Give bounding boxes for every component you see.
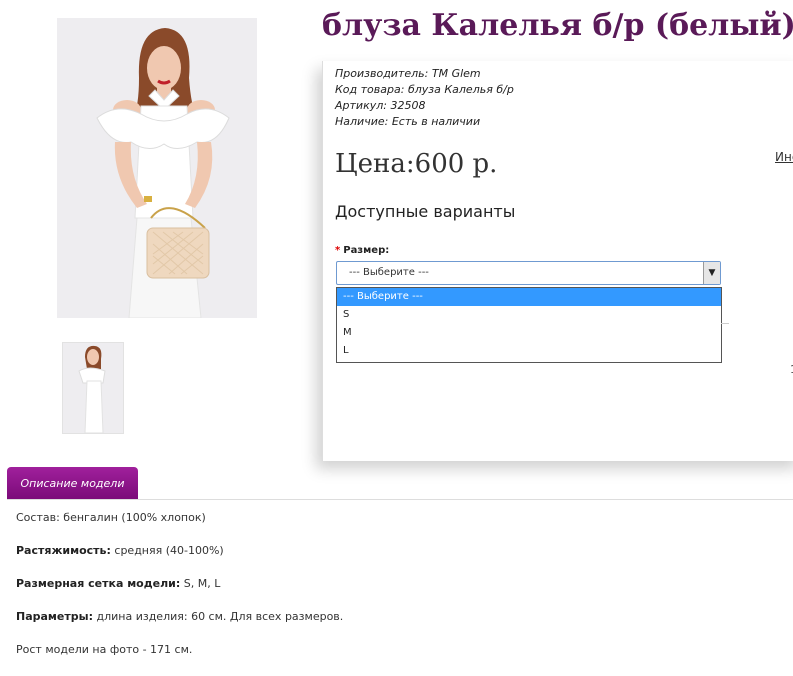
variants-heading: Доступные варианты	[335, 202, 516, 221]
product-info-panel: Производитель: TM Glem Код товара: блуза…	[322, 61, 793, 461]
desc-model-height: Рост модели на фото - 171 см.	[16, 643, 343, 657]
availability-label: Наличие:	[335, 115, 389, 128]
desc-stretch: Растяжимость: средняя (40-100%)	[16, 544, 343, 558]
manufacturer-row: Производитель: TM Glem	[335, 66, 514, 82]
desc-value: бенгалин (100% хлопок)	[59, 511, 206, 524]
product-price: Цена:600 р.	[335, 149, 498, 179]
desc-label: Растяжимость:	[16, 544, 111, 557]
manufacturer-value: TM Glem	[431, 67, 481, 80]
product-meta: Производитель: TM Glem Код товара: блуза…	[335, 66, 514, 130]
desc-value: средняя (40-100%)	[110, 544, 224, 557]
size-dropdown-list: --- Выберите --- S M L	[336, 287, 722, 363]
product-code-row: Код товара: блуза Калелья б/р	[335, 82, 514, 98]
size-select[interactable]: --- Выберите --- ▼	[336, 261, 721, 285]
desc-composition: Состав: бенгалин (100% хлопок)	[16, 511, 343, 525]
manufacturer-label: Производитель:	[335, 67, 429, 80]
desc-value: Рост модели на фото - 171 см.	[16, 643, 193, 656]
product-title: блуза Калелья б/р (белый)	[322, 8, 793, 43]
desc-label: Параметры:	[16, 610, 93, 623]
sku-row: Артикул: 32508	[335, 98, 514, 114]
product-code-value: блуза Калелья б/р	[407, 83, 514, 96]
tab-description[interactable]: Описание модели	[7, 467, 138, 500]
description-content: Состав: бенгалин (100% хлопок) Растяжимо…	[16, 511, 343, 676]
desc-value: S, M, L	[180, 577, 221, 590]
desc-label: Состав:	[16, 511, 60, 524]
desc-value: длина изделия: 60 см. Для всех размеров.	[92, 610, 344, 623]
desc-size-grid: Размерная сетка модели: S, M, L	[16, 577, 343, 591]
desc-label: Размерная сетка модели:	[16, 577, 181, 590]
required-mark: *	[335, 245, 341, 256]
sku-label: Артикул:	[335, 99, 387, 112]
availability-value: Есть в наличии	[391, 115, 481, 128]
size-option-placeholder[interactable]: --- Выберите ---	[337, 288, 721, 306]
product-main-image[interactable]	[57, 18, 257, 318]
desc-params: Параметры: длина изделия: 60 см. Для все…	[16, 610, 343, 624]
tab-divider	[7, 499, 793, 500]
divider	[721, 323, 729, 324]
availability-row: Наличие: Есть в наличии	[335, 114, 514, 130]
product-thumbnail[interactable]	[62, 342, 124, 434]
size-option-s[interactable]: S	[337, 306, 721, 324]
size-option-m[interactable]: M	[337, 324, 721, 342]
side-link[interactable]: Инс	[775, 150, 793, 164]
product-code-label: Код товара:	[335, 83, 405, 96]
size-option-l[interactable]: L	[337, 342, 721, 360]
chevron-down-icon[interactable]: ▼	[703, 262, 720, 284]
size-select-value: --- Выберите ---	[349, 267, 429, 278]
size-label: * Размер:	[335, 245, 389, 256]
size-label-text: Размер:	[343, 245, 390, 256]
sku-value: 32508	[390, 99, 426, 112]
